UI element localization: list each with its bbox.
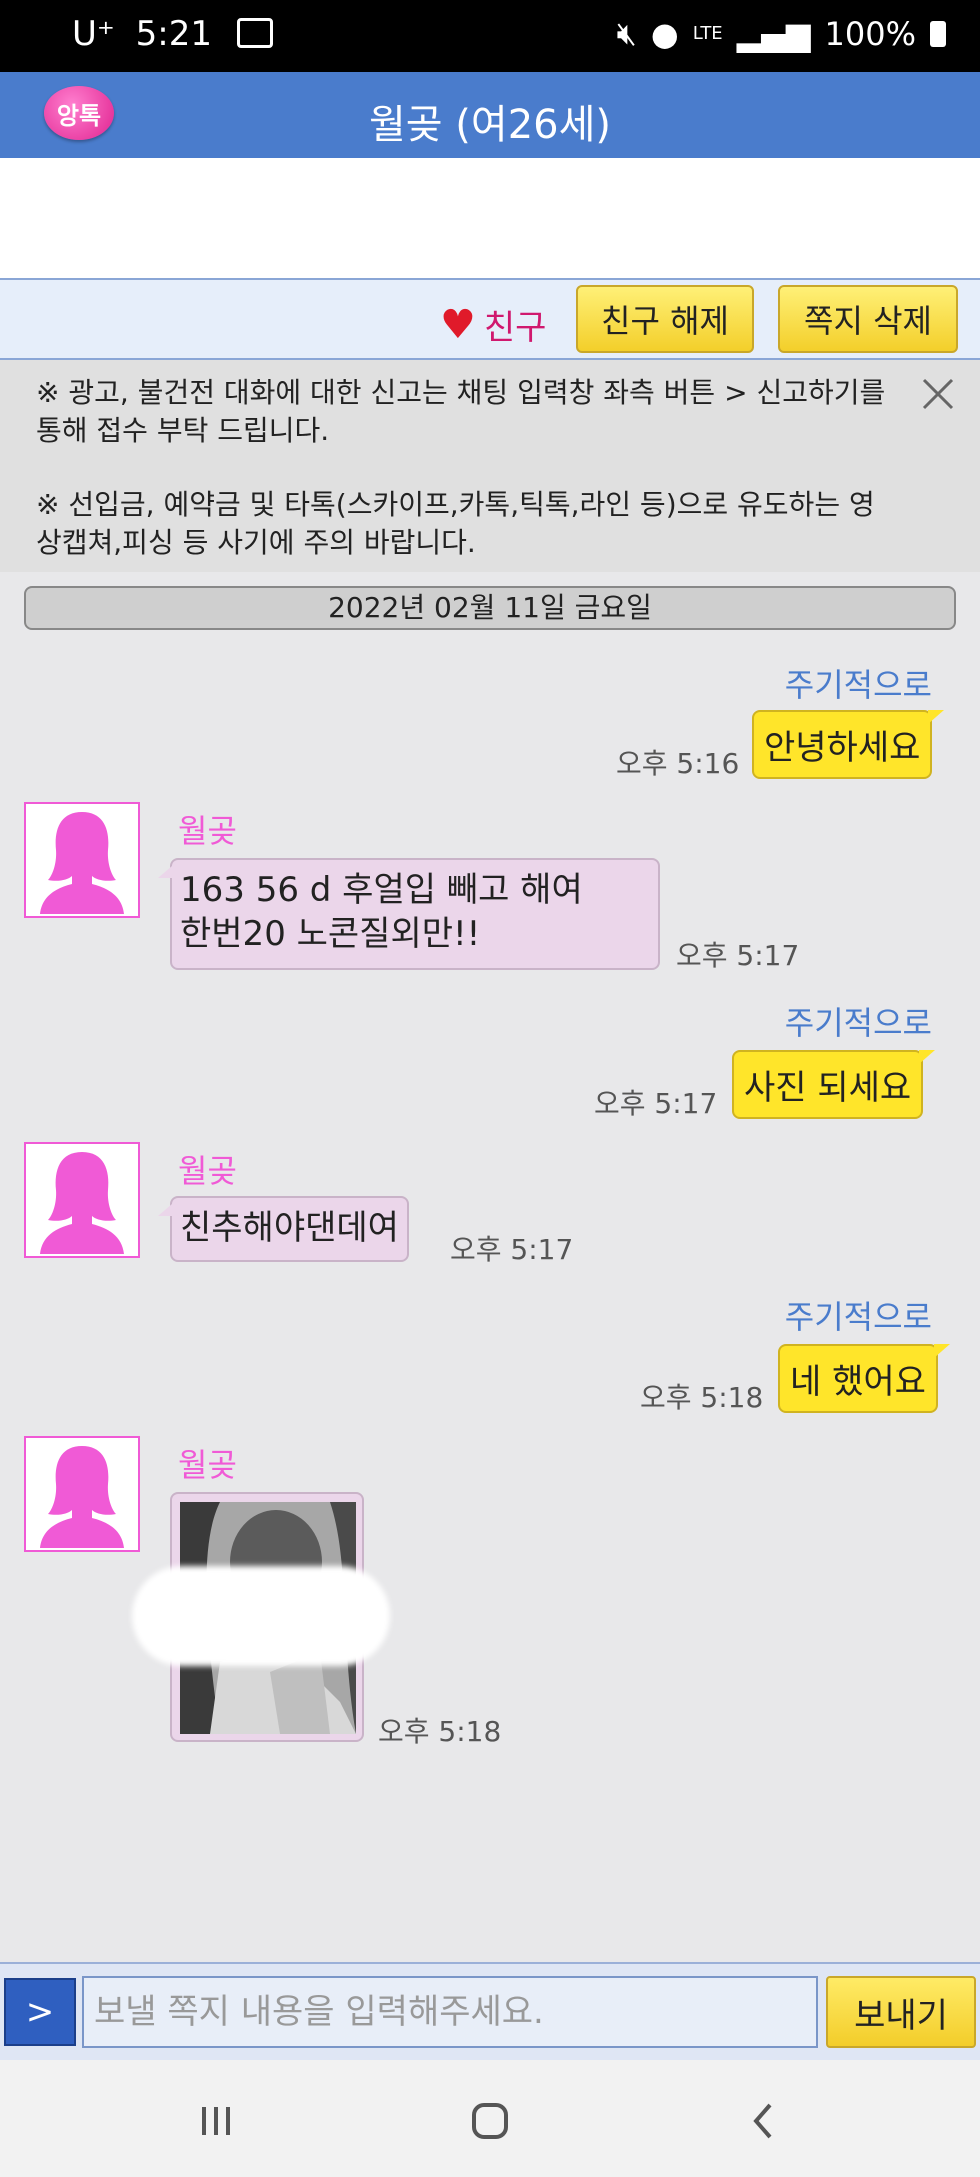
battery-icon — [930, 20, 946, 47]
image-notification-icon — [236, 17, 273, 48]
delete-message-button[interactable]: 쪽지 삭제 — [778, 285, 958, 353]
message-text-line: 163 56 d 후얼입 빼고 해여 — [180, 870, 583, 910]
ad-space — [0, 158, 980, 278]
menu-button[interactable]: > — [4, 1978, 76, 2046]
other-message-bubble[interactable]: 친추해야댄데여 — [158, 1196, 409, 1262]
message-time: 오후 5:16 — [616, 747, 740, 780]
message-input-bar: > 보내기 — [0, 1962, 980, 2060]
back-icon — [753, 2103, 772, 2139]
date-divider: 2022년 02월 11일 금요일 — [24, 586, 956, 630]
home-button[interactable] — [460, 2096, 520, 2146]
unfriend-button[interactable]: 친구 해제 — [576, 285, 754, 353]
battery-percent: 100% — [824, 14, 916, 53]
heart-icon: ♥ — [440, 301, 476, 348]
clock: 5:21 — [135, 14, 213, 54]
mute-icon: 🔇︎ — [616, 14, 637, 52]
redaction-scribble — [132, 1566, 390, 1666]
sender-name: 월곶 — [178, 812, 237, 850]
signal-icon: ▂▄▆ — [736, 14, 811, 53]
send-button[interactable]: 보내기 — [826, 1976, 976, 2048]
status-bar: U⁺ 5:21 🔇︎ ● LTE ▂▄▆ 100% — [0, 0, 980, 72]
system-nav-bar — [0, 2060, 980, 2177]
home-icon — [472, 2103, 508, 2139]
other-message-bubble[interactable]: 163 56 d 후얼입 빼고 해여 한번20 노콘질외만!! — [158, 858, 660, 970]
notice-line-scam: ※ 선입금, 예약금 및 타톡(스카이프,카톡,틱톡,라인 등)으로 유도하는 … — [36, 488, 875, 559]
message-time: 오후 5:18 — [378, 1715, 502, 1748]
female-avatar-icon — [40, 1152, 124, 1254]
avatar[interactable] — [24, 1436, 140, 1552]
message-time: 오후 5:17 — [594, 1087, 718, 1120]
chat-title: 월곶 (여26세) — [368, 102, 612, 148]
sender-name: 월곶 — [178, 1446, 237, 1484]
network-label: LTE — [692, 23, 723, 44]
warning-notice: ※ 광고, 불건전 대화에 대한 신고는 채팅 입력창 좌측 버튼 > 신고하기… — [0, 360, 980, 572]
recent-apps-icon — [202, 2107, 230, 2135]
my-name: 주기적으로 — [784, 666, 932, 704]
message-time: 오후 5:18 — [640, 1381, 764, 1414]
carrier-label: U⁺ — [72, 14, 115, 54]
my-name: 주기적으로 — [784, 1004, 932, 1042]
female-avatar-icon — [40, 812, 124, 914]
message-input[interactable] — [82, 1976, 818, 2048]
close-icon[interactable] — [918, 374, 958, 414]
friend-status: ♥ 친구 — [440, 300, 546, 349]
avatar[interactable] — [24, 1142, 140, 1258]
recent-apps-button[interactable] — [186, 2096, 246, 2146]
avatar[interactable] — [24, 802, 140, 918]
message-text-line: 한번20 노콘질외만!! — [180, 914, 481, 954]
my-message-bubble[interactable]: 네 했어요 — [778, 1344, 950, 1413]
my-name: 주기적으로 — [784, 1298, 932, 1336]
location-icon: ● — [650, 14, 679, 53]
notice-line-report: ※ 광고, 불건전 대화에 대한 신고는 채팅 입력창 좌측 버튼 > 신고하기… — [36, 376, 886, 447]
app-bar: 앙톡 월곶 (여26세) — [0, 72, 980, 158]
my-message-bubble[interactable]: 사진 되세요 — [732, 1050, 936, 1119]
friend-label: 친구 — [483, 308, 547, 348]
female-avatar-icon — [40, 1446, 124, 1548]
back-button[interactable] — [734, 2096, 794, 2146]
status-left: U⁺ 5:21 — [72, 14, 273, 54]
sender-name: 월곶 — [178, 1152, 237, 1190]
my-message-bubble[interactable]: 안녕하세요 — [752, 710, 945, 779]
message-time: 오후 5:17 — [676, 939, 800, 972]
friend-bar: ♥ 친구 친구 해제 쪽지 삭제 — [0, 278, 980, 360]
status-right: 🔇︎ ● LTE ▂▄▆ 100% — [617, 14, 946, 53]
message-time: 오후 5:17 — [450, 1233, 574, 1266]
